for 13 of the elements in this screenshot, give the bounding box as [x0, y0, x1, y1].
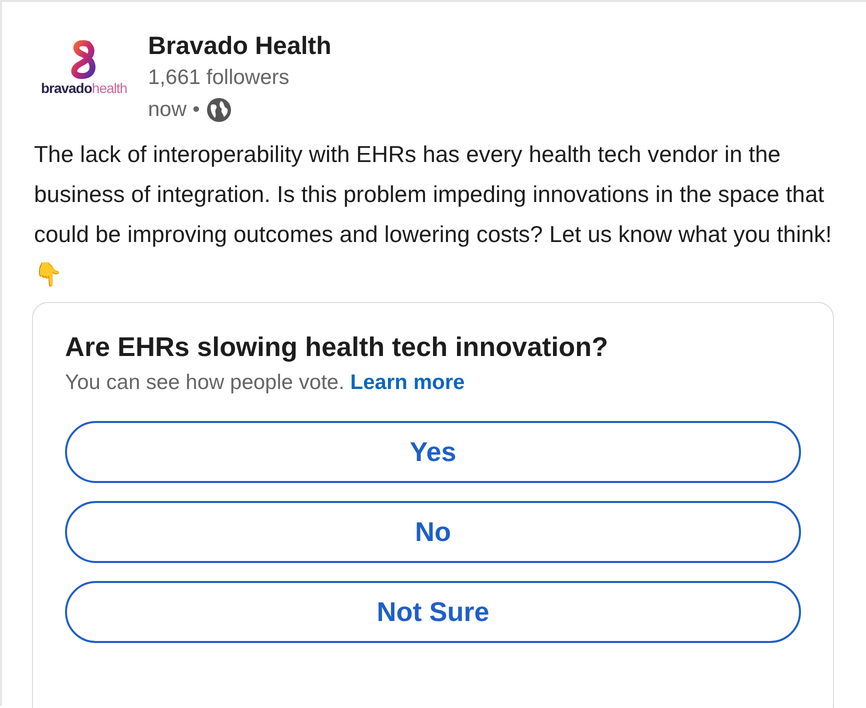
- poll-option-button[interactable]: No: [65, 501, 801, 563]
- poll-question: Are EHRs slowing health tech innovation?: [65, 331, 610, 364]
- post-text: The lack of interoperability with EHRs has every health tech vendor in the business of integration. Is this problem impeding innovations in the space that could be improving outcomes and lowering costs? Let us know what you think!👇: [34, 140, 833, 289]
- company-name[interactable]: Bravado Health: [148, 30, 332, 62]
- post-time: now: [148, 97, 187, 123]
- follower-count: 1,661 followers: [148, 65, 290, 91]
- globe-icon: [206, 97, 232, 123]
- logo-text: bravadohealth: [40, 80, 128, 96]
- separator-dot: •: [192, 97, 200, 123]
- poll-option-button[interactable]: Not Sure: [65, 581, 801, 643]
- poll-note: You can see how people vote. Learn more: [65, 371, 466, 395]
- learn-more-link[interactable]: Learn more: [350, 371, 465, 394]
- poll-option-button[interactable]: Yes: [65, 421, 801, 483]
